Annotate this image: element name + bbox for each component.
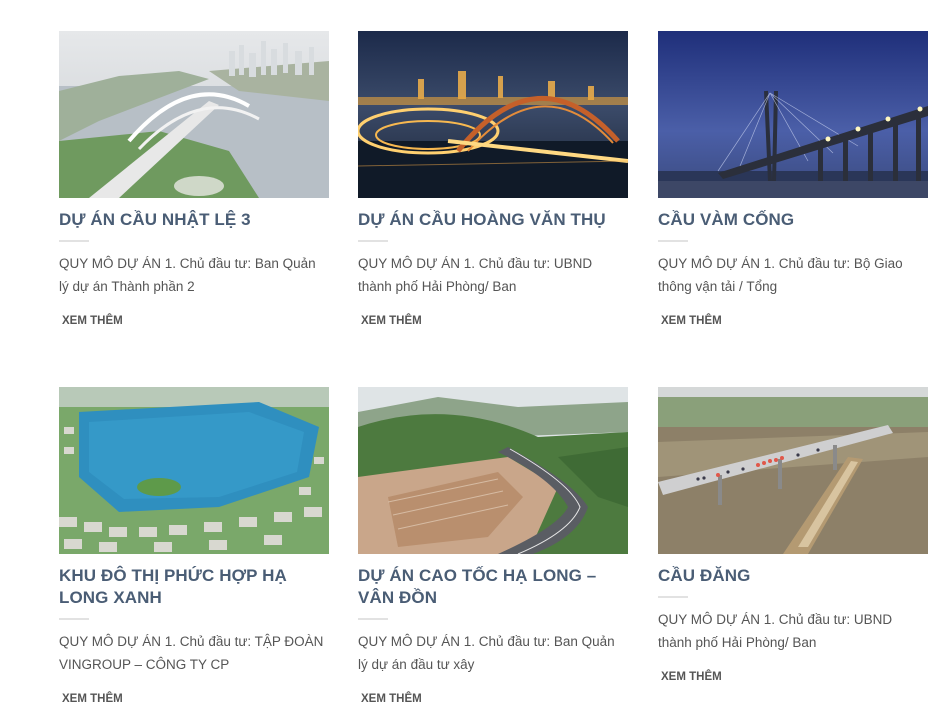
title-divider [358, 240, 388, 242]
title-divider [59, 240, 89, 242]
project-image-cao-toc-ha-long-van-don[interactable] [358, 387, 628, 554]
project-title[interactable]: DỰ ÁN CAO TỐC HẠ LONG – VÂN ĐỒN [358, 565, 628, 609]
project-card: CẦU VÀM CỐNG QUY MÔ DỰ ÁN 1. Chủ đầu tư:… [658, 31, 928, 329]
read-more-link[interactable]: XEM THÊM [661, 315, 722, 327]
project-title[interactable]: DỰ ÁN CẦU NHẬT LỆ 3 [59, 209, 329, 231]
read-more-link[interactable]: XEM THÊM [62, 315, 123, 327]
project-excerpt: QUY MÔ DỰ ÁN 1. Chủ đầu tư: UBND thành p… [658, 612, 893, 650]
project-card: KHU ĐÔ THỊ PHỨC HỢP HẠ LONG XANH QUY MÔ … [59, 387, 329, 707]
project-title[interactable]: DỰ ÁN CẦU HOÀNG VĂN THỤ [358, 209, 628, 231]
title-divider [658, 240, 688, 242]
project-card: CẦU ĐĂNG QUY MÔ DỰ ÁN 1. Chủ đầu tư: UBN… [658, 387, 928, 685]
project-card: DỰ ÁN CẦU NHẬT LỆ 3 QUY MÔ DỰ ÁN 1. Chủ … [59, 31, 329, 329]
project-excerpt: QUY MÔ DỰ ÁN 1. Chủ đầu tư: Bộ Giao thôn… [658, 256, 903, 294]
project-card: DỰ ÁN CẦU HOÀNG VĂN THỤ QUY MÔ DỰ ÁN 1. … [358, 31, 628, 329]
project-image-cau-dang[interactable] [658, 387, 928, 554]
project-excerpt: QUY MÔ DỰ ÁN 1. Chủ đầu tư: TẬP ĐOÀN VIN… [59, 634, 324, 672]
title-divider [658, 596, 688, 598]
project-excerpt: QUY MÔ DỰ ÁN 1. Chủ đầu tư: Ban Quản lý … [59, 256, 316, 294]
project-title[interactable]: KHU ĐÔ THỊ PHỨC HỢP HẠ LONG XANH [59, 565, 329, 609]
title-divider [59, 618, 89, 620]
project-title[interactable]: CẦU ĐĂNG [658, 565, 928, 587]
read-more-link[interactable]: XEM THÊM [661, 671, 722, 683]
read-more-link[interactable]: XEM THÊM [62, 693, 123, 705]
project-image-cau-hoang-van-thu[interactable] [358, 31, 628, 198]
title-divider [358, 618, 388, 620]
read-more-link[interactable]: XEM THÊM [361, 315, 422, 327]
read-more-link[interactable]: XEM THÊM [361, 693, 422, 705]
project-card: DỰ ÁN CAO TỐC HẠ LONG – VÂN ĐỒN QUY MÔ D… [358, 387, 628, 707]
project-image-ha-long-xanh[interactable] [59, 387, 329, 554]
project-excerpt: QUY MÔ DỰ ÁN 1. Chủ đầu tư: UBND thành p… [358, 256, 593, 294]
project-image-cau-vam-cong[interactable] [658, 31, 928, 198]
project-excerpt: QUY MÔ DỰ ÁN 1. Chủ đầu tư: Ban Quản lý … [358, 634, 615, 672]
project-title[interactable]: CẦU VÀM CỐNG [658, 209, 928, 231]
project-image-cau-nhat-le-3[interactable] [59, 31, 329, 198]
